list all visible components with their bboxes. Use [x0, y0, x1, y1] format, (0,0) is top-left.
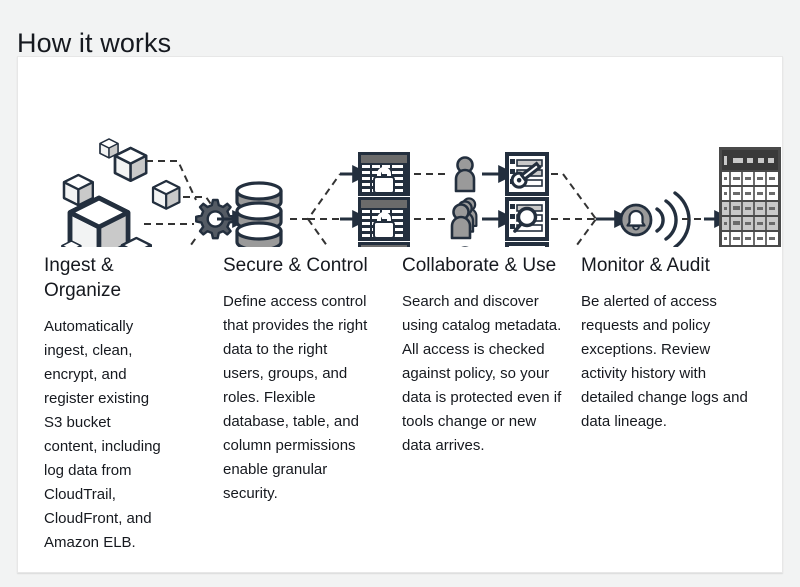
steps-columns: Ingest & Organize Automatically ingest, …	[18, 253, 784, 555]
how-it-works-page: How it works Ingest & Organize Automatic…	[0, 0, 800, 587]
locked-table-icon	[357, 151, 411, 197]
how-it-works-card: Ingest & Organize Automatically ingest, …	[17, 56, 783, 573]
step-column-secure-control: Secure & Control Define access control t…	[223, 253, 402, 555]
document-key-icon	[503, 240, 551, 247]
step-body: Be alerted of access requests and policy…	[581, 293, 748, 430]
step-heading: Secure & Control	[223, 255, 368, 276]
step-body: Search and discover using catalog metada…	[402, 293, 562, 454]
step-column-monitor-audit: Monitor & Audit Be alerted of access req…	[581, 253, 760, 555]
step-body: Define access control that provides the …	[223, 293, 368, 502]
locked-table-icon	[357, 241, 411, 247]
document-search-icon	[503, 195, 551, 243]
user-icon	[454, 156, 476, 193]
step-column-ingest-organize: Ingest & Organize Automatically ingest, …	[44, 253, 223, 555]
page-title: How it works	[17, 28, 172, 59]
step-body: Automatically ingest, clean, encrypt, an…	[44, 318, 161, 551]
how-it-works-flow-diagram	[18, 57, 784, 247]
step-heading: Collaborate & Use	[402, 255, 557, 276]
alert-bell-icon	[619, 203, 653, 237]
user-group-icon	[450, 197, 478, 240]
document-key-icon	[503, 150, 551, 198]
step-heading: Ingest & Organize	[44, 255, 122, 301]
database-icon	[235, 181, 283, 247]
audit-table-icon	[719, 147, 781, 247]
step-heading: Monitor & Audit	[581, 255, 710, 276]
locked-table-icon	[357, 196, 411, 242]
step-column-collaborate-use: Collaborate & Use Search and discover us…	[402, 253, 581, 555]
data-cubes-icon	[61, 138, 181, 247]
